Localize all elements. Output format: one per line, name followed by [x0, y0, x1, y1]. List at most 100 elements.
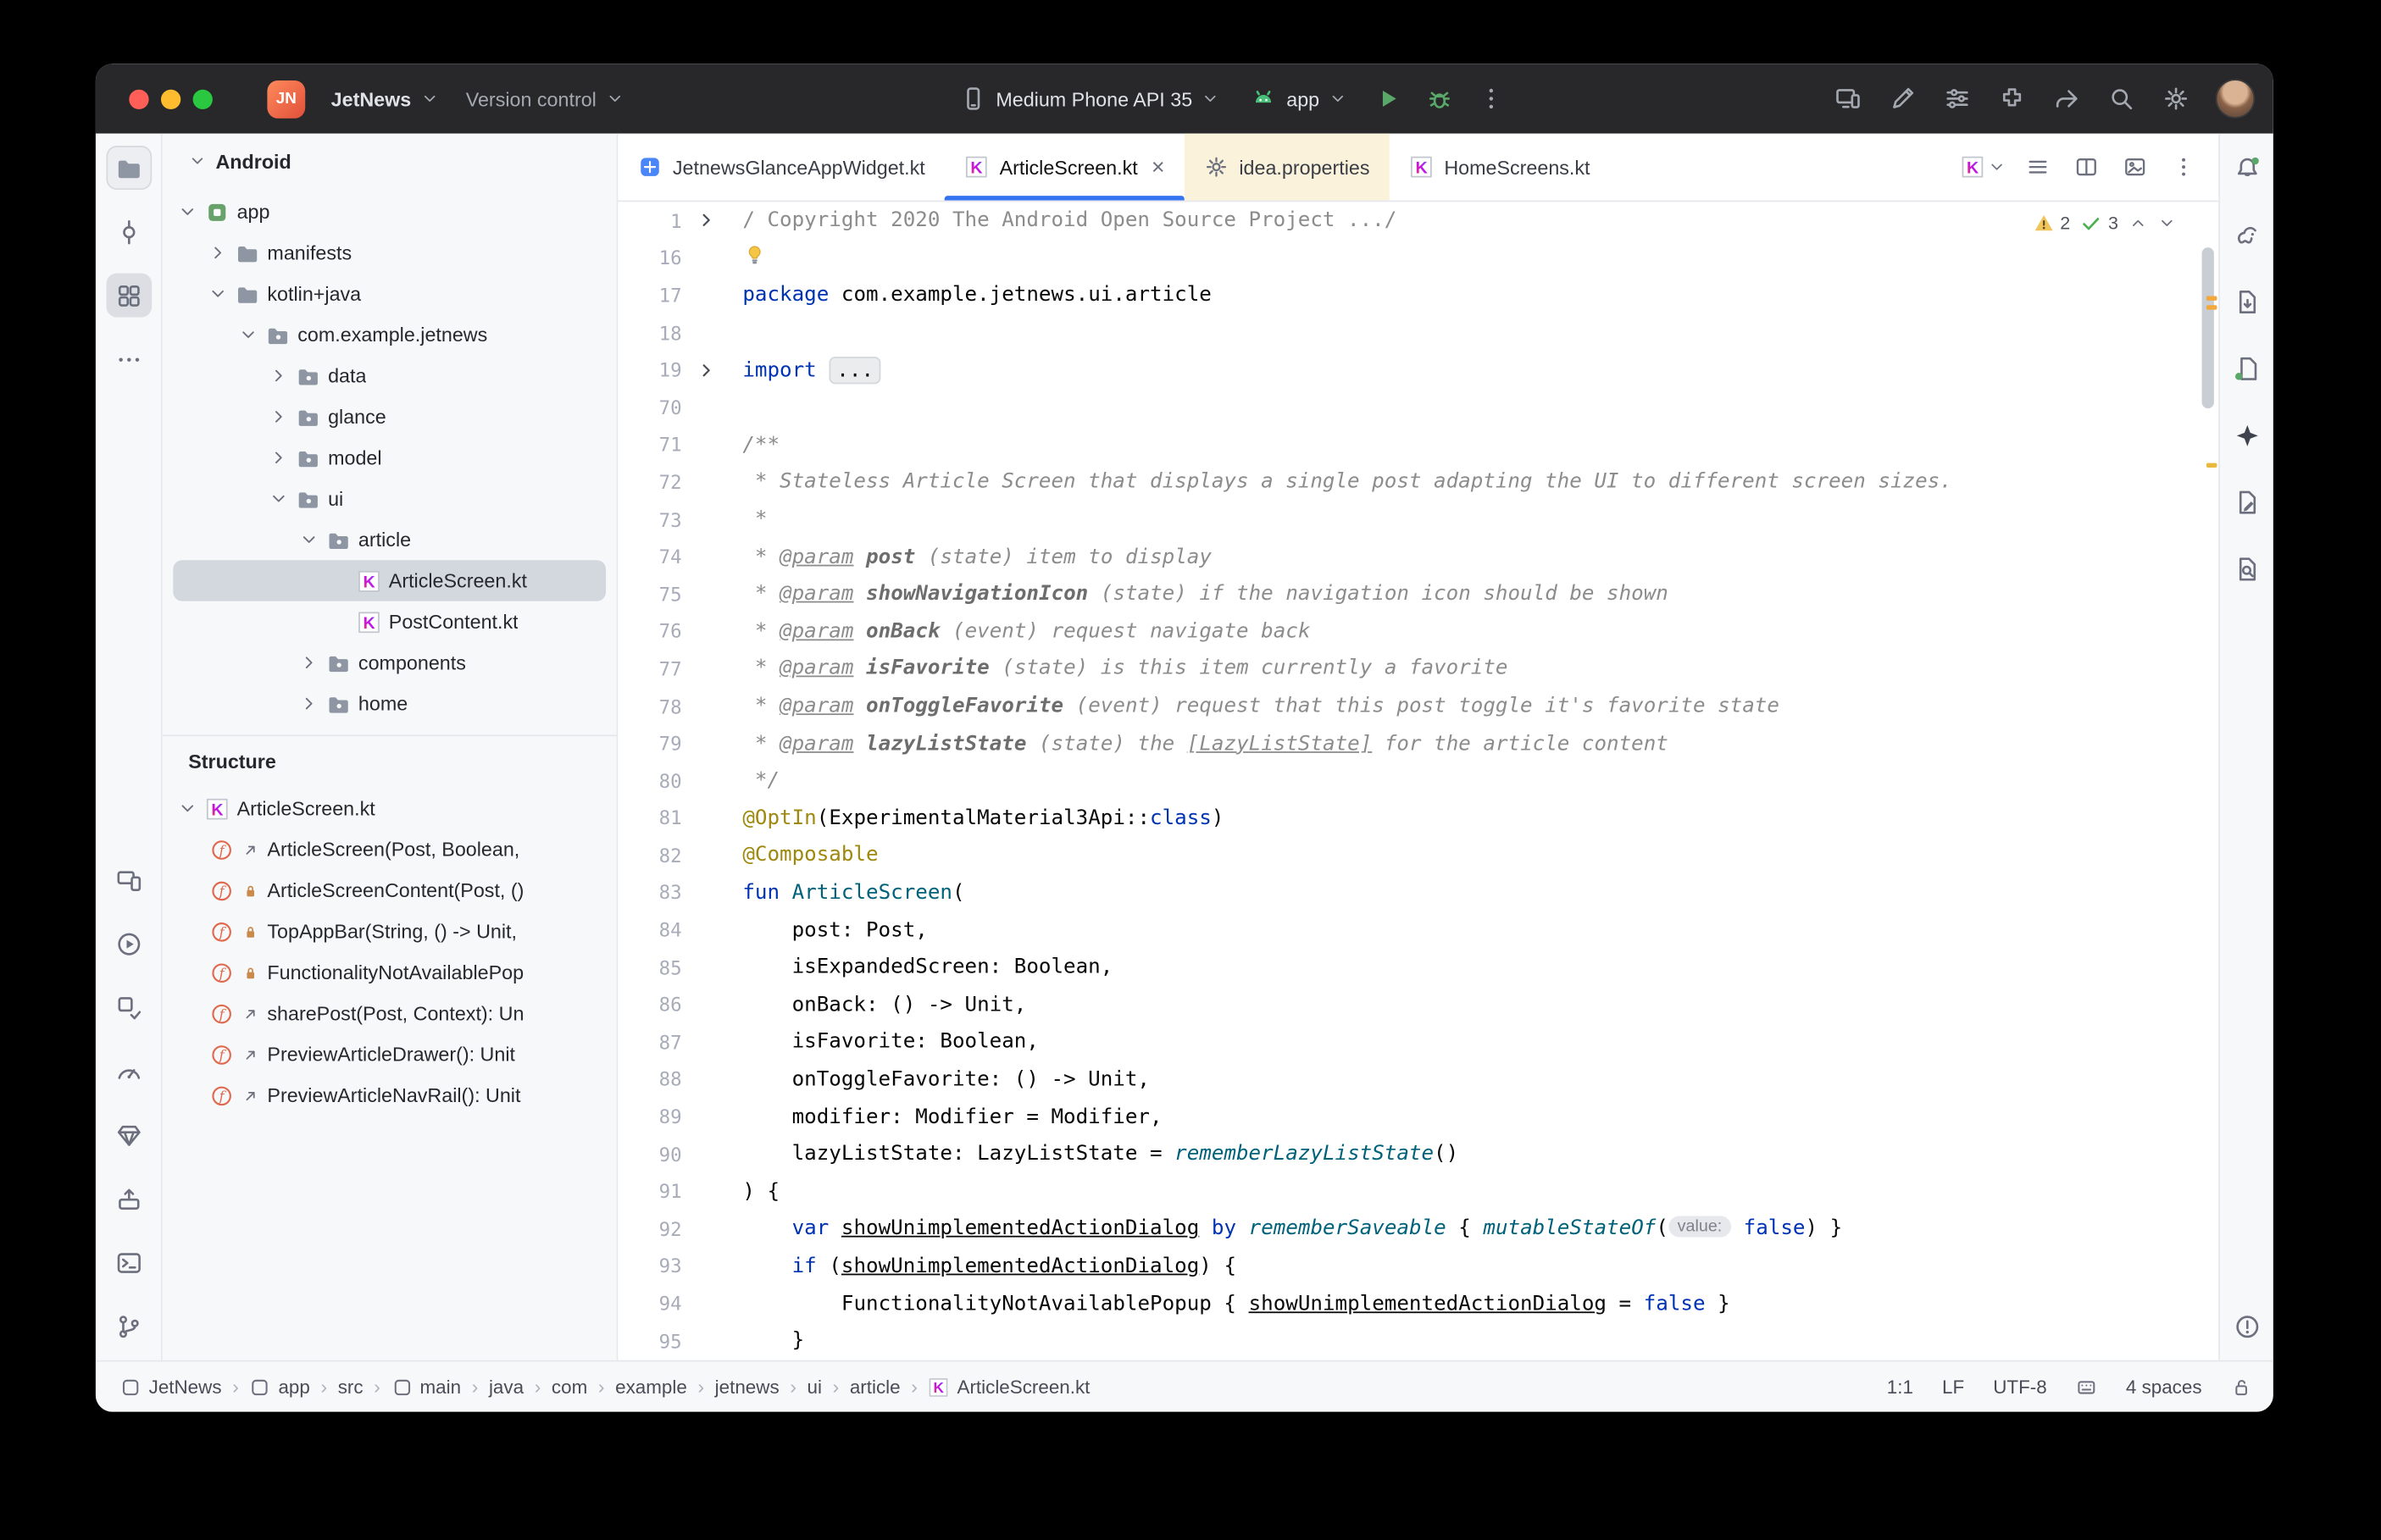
project-view-selector[interactable]: Android	[163, 134, 617, 189]
project-tree-item[interactable]: app	[173, 191, 606, 232]
device-selector-button[interactable]: Medium Phone API 35	[946, 76, 1233, 122]
more-run-actions-button[interactable]	[1467, 76, 1515, 122]
file-arrow-button[interactable]	[2224, 280, 2270, 324]
code-line[interactable]: 74 * @param post (state) item to display	[618, 538, 2218, 575]
sparkle-button[interactable]	[2224, 413, 2270, 457]
code-line[interactable]: 73 *	[618, 501, 2218, 538]
close-window-button[interactable]	[129, 89, 148, 108]
code-line[interactable]: 72 * Stateless Article Screen that displ…	[618, 463, 2218, 501]
readonly-toggle[interactable]	[2231, 1377, 2252, 1398]
sliders-button[interactable]	[1933, 76, 1981, 122]
editor-config-button[interactable]	[2076, 1377, 2097, 1398]
structure-item[interactable]: fArticleScreen(Post, Boolean,	[173, 828, 606, 869]
structure-root-item[interactable]: KArticleScreen.kt	[173, 788, 606, 828]
breadcrumb-item[interactable]: main	[391, 1377, 461, 1398]
code-line[interactable]: 89 modifier: Modifier = Modifier,	[618, 1098, 2218, 1135]
breadcrumb-item[interactable]: java	[489, 1377, 524, 1398]
code-line[interactable]: 90 lazyListState: LazyListState = rememb…	[618, 1135, 2218, 1172]
zoom-window-button[interactable]	[193, 89, 213, 108]
project-tree-item[interactable]: com.example.jetnews	[173, 314, 606, 355]
previous-problem-icon[interactable]	[2129, 214, 2148, 233]
code-line[interactable]: 93 if (showUnimplementedActionDialog) {	[618, 1247, 2218, 1284]
layout-check-button[interactable]	[106, 985, 152, 1029]
code-line[interactable]: 1/ Copyright 2020 The Android Open Sourc…	[618, 202, 2218, 239]
next-problem-icon[interactable]	[2158, 214, 2177, 233]
code-line[interactable]: 75 * @param showNavigationIcon (state) i…	[618, 575, 2218, 612]
project-tree-item[interactable]: kotlin+java	[173, 274, 606, 314]
code-line[interactable]: 81@OptIn(ExperimentalMaterial3Api::class…	[618, 800, 2218, 837]
plugin-button[interactable]	[1988, 76, 2036, 122]
code-line[interactable]: 91) {	[618, 1172, 2218, 1210]
breadcrumb-item[interactable]: jetnews	[715, 1377, 780, 1398]
avatar[interactable]	[2216, 79, 2256, 119]
editor-list-button[interactable]	[2015, 144, 2061, 190]
project-tree-item[interactable]: ui	[173, 479, 606, 519]
code-line[interactable]: 86 onBack: () -> Unit,	[618, 986, 2218, 1023]
code-line[interactable]: 84 post: Post,	[618, 911, 2218, 949]
code-line[interactable]: 18	[618, 314, 2218, 352]
project-tree-item[interactable]: KArticleScreen.kt	[173, 560, 606, 601]
search-button[interactable]	[2097, 76, 2145, 122]
code-line[interactable]: 79 * @param lazyListState (state) the [L…	[618, 724, 2218, 762]
editor-tab[interactable]: KArticleScreen.kt×	[945, 134, 1185, 201]
fold-indicator[interactable]	[688, 212, 724, 230]
problems-button[interactable]	[2224, 1304, 2270, 1348]
file-encoding[interactable]: UTF-8	[1993, 1377, 2046, 1398]
code-line[interactable]: 94 FunctionalityNotAvailablePopup { show…	[618, 1285, 2218, 1322]
gear-button[interactable]	[2151, 76, 2200, 122]
breadcrumb-item[interactable]: JetNews	[120, 1377, 222, 1398]
editor-scrollbar[interactable]	[2202, 247, 2214, 408]
code-line[interactable]: 16	[618, 239, 2218, 276]
hidden-tabs-button[interactable]: K	[1954, 144, 2012, 190]
project-tree-item[interactable]: data	[173, 355, 606, 396]
code-line[interactable]: 85 isExpandedScreen: Boolean,	[618, 949, 2218, 986]
project-tree-item[interactable]: home	[173, 683, 606, 723]
project-tree-item[interactable]: article	[173, 519, 606, 560]
more-horizontal-button[interactable]	[106, 337, 152, 381]
project-tree-item[interactable]: components	[173, 642, 606, 683]
devices-button[interactable]	[1823, 76, 1872, 122]
breadcrumb-item[interactable]: src	[338, 1377, 364, 1398]
breadcrumb-item[interactable]: app	[249, 1377, 309, 1398]
code-line[interactable]: 80 */	[618, 762, 2218, 799]
tab-options-button[interactable]	[2161, 144, 2206, 190]
cursor-position[interactable]: 1:1	[1887, 1377, 1913, 1398]
minimize-window-button[interactable]	[161, 89, 180, 108]
structure-item[interactable]: fPreviewArticleNavRail(): Unit	[173, 1075, 606, 1116]
close-tab-icon[interactable]: ×	[1152, 156, 1165, 179]
intention-bulb[interactable]	[742, 243, 767, 274]
indent-setting[interactable]: 4 spaces	[2126, 1377, 2202, 1398]
code-line[interactable]: 95 }	[618, 1322, 2218, 1360]
devices-pair-button[interactable]	[106, 858, 152, 902]
editor-tab[interactable]: idea.properties	[1185, 134, 1390, 201]
code-line[interactable]: 78 * @param onToggleFavorite (event) req…	[618, 687, 2218, 724]
code-line[interactable]: 70	[618, 389, 2218, 426]
grid-button[interactable]	[106, 274, 152, 318]
code-line[interactable]: 71/**	[618, 426, 2218, 463]
code-line[interactable]: 19import ...	[618, 352, 2218, 389]
code-line[interactable]: 87 isFavorite: Boolean,	[618, 1023, 2218, 1061]
structure-item[interactable]: fTopAppBar(String, () -> Unit,	[173, 911, 606, 951]
project-tree-item[interactable]: glance	[173, 396, 606, 437]
project-tree-item[interactable]: model	[173, 437, 606, 478]
code-line[interactable]: 76 * @param onBack (event) request navig…	[618, 612, 2218, 650]
project-menu-button[interactable]: JetNews	[318, 76, 452, 122]
code-line[interactable]: 83fun ArticleScreen(	[618, 874, 2218, 911]
structure-item[interactable]: fArticleScreenContent(Post, ()	[173, 870, 606, 911]
breadcrumb-item[interactable]: article	[850, 1377, 901, 1398]
project-tree-item[interactable]: manifests	[173, 232, 606, 273]
file-pencil-button[interactable]	[2224, 479, 2270, 523]
file-dot-button[interactable]	[2224, 346, 2270, 391]
code-line[interactable]: 17package com.example.jetnews.ui.article	[618, 276, 2218, 313]
inspection-widget[interactable]: 2 3	[2033, 213, 2176, 234]
gem-button[interactable]	[106, 1113, 152, 1157]
pencil-button[interactable]	[1879, 76, 1927, 122]
fold-indicator[interactable]	[688, 361, 724, 379]
editor-tab[interactable]: JetnewsGlanceAppWidget.kt	[618, 134, 945, 201]
structure-item[interactable]: fFunctionalityNotAvailablePop	[173, 952, 606, 993]
breadcrumb-item[interactable]: KArticleScreen.kt	[928, 1377, 1090, 1398]
code-editor[interactable]: 1/ Copyright 2020 The Android Open Sourc…	[618, 202, 2218, 1360]
gradle-button[interactable]	[2224, 213, 2270, 257]
code-line[interactable]: 88 onToggleFavorite: () -> Unit,	[618, 1061, 2218, 1098]
structure-item[interactable]: fsharePost(Post, Context): Un	[173, 993, 606, 1033]
